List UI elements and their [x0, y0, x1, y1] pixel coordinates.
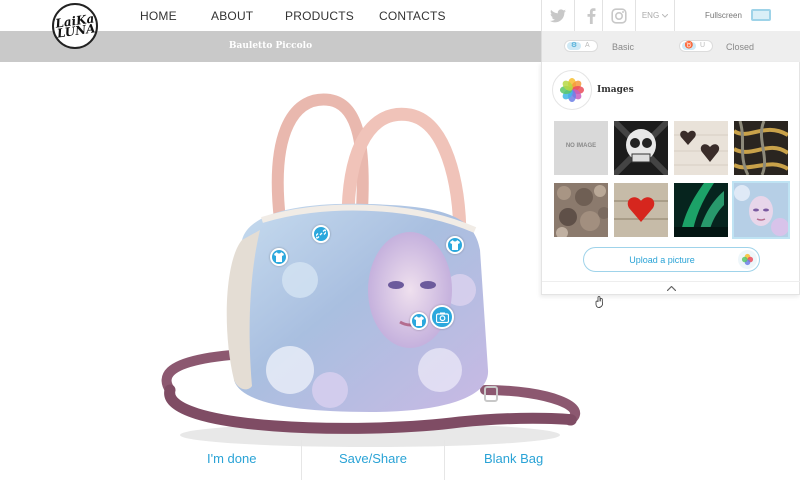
chevron-up-icon — [667, 286, 676, 291]
top-navigation-bar: LaiKa LUNA HOME ABOUT PRODUCTS CONTACTS … — [0, 0, 800, 49]
shirt-icon — [450, 240, 460, 250]
image-hotspot[interactable] — [430, 305, 454, 329]
instagram-link[interactable] — [602, 0, 635, 31]
facebook-icon — [587, 7, 595, 24]
camera-icon — [435, 312, 449, 323]
nav-item-products[interactable]: PRODUCTS — [285, 9, 354, 23]
nav-item-home[interactable]: HOME — [140, 9, 177, 23]
thumbnail-abstract-painting[interactable] — [734, 121, 788, 175]
nav-item-contacts[interactable]: CONTACTS — [379, 9, 446, 23]
bag-illustration — [161, 93, 581, 447]
upload-picture-button[interactable]: Upload a picture — [583, 247, 760, 272]
fabric-hotspot-handle[interactable] — [446, 236, 464, 254]
thumbnail-woman-portrait[interactable] — [732, 181, 790, 239]
open-closed-toggle-label: Closed — [726, 42, 755, 52]
thumbnail-red-heart[interactable] — [614, 183, 668, 237]
product-canvas[interactable] — [130, 90, 600, 450]
save-share-button[interactable]: Save/Share — [339, 451, 407, 466]
nav-item-about[interactable]: ABOUT — [211, 9, 253, 23]
shirt-icon — [414, 316, 424, 326]
link-icon — [316, 229, 326, 239]
thumbnail-hearts-on-wood[interactable] — [674, 121, 728, 175]
twitter-link[interactable] — [541, 0, 574, 31]
fabric-hotspot-front[interactable] — [410, 312, 428, 330]
photos-upload-icon — [738, 250, 757, 269]
options-bar: ⚙ A Basic ♉ U Closed — [541, 31, 800, 62]
link-hotspot[interactable] — [312, 225, 330, 243]
bottom-actions: I'm done Save/Share Blank Bag — [160, 440, 590, 480]
mouse-cursor-icon — [595, 296, 603, 308]
chevron-down-icon — [662, 13, 669, 18]
language-selector[interactable]: ENG — [635, 0, 675, 31]
twitter-icon — [550, 8, 566, 22]
mode-toggle-label: Basic — [612, 42, 635, 52]
text-mode-icon: A — [585, 42, 590, 49]
shirt-icon — [274, 252, 284, 262]
mode-toggle[interactable]: ⚙ A — [564, 40, 598, 52]
open-closed-toggle[interactable]: ♉ U — [679, 40, 713, 52]
thumbnail-aurora[interactable] — [674, 183, 728, 237]
brand-logo-text: LaiKa LUNA — [54, 11, 96, 41]
instagram-icon — [611, 7, 627, 24]
fabric-hotspot-side[interactable] — [270, 248, 288, 266]
thumbnail-sugar-skull[interactable] — [614, 121, 668, 175]
gear-icon: ⚙ — [567, 42, 581, 50]
upload-picture-label: Upload a picture — [629, 255, 695, 265]
bag-open-icon: U — [700, 42, 706, 49]
language-value: ENG — [641, 11, 660, 20]
fullscreen-icon[interactable] — [751, 9, 771, 21]
fullscreen-label[interactable]: Fullscreen — [705, 11, 742, 20]
images-panel-title: Images — [597, 85, 634, 95]
brand-logo[interactable]: LaiKa LUNA — [52, 3, 98, 49]
action-divider — [301, 440, 302, 480]
action-divider — [444, 440, 445, 480]
bag-closed-icon: ♉ — [682, 42, 696, 50]
done-button[interactable]: I'm done — [207, 451, 256, 466]
blank-bag-button[interactable]: Blank Bag — [484, 451, 543, 466]
